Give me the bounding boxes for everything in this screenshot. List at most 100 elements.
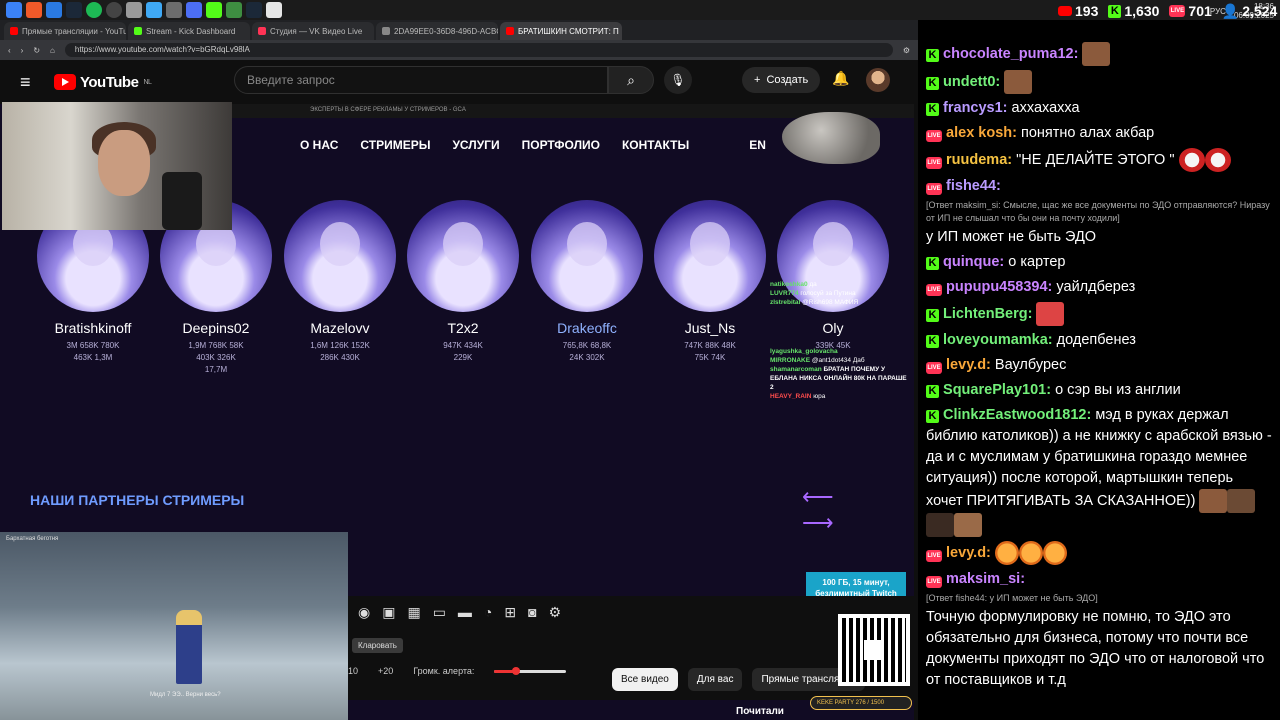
app-icon[interactable] bbox=[146, 2, 162, 18]
spotify-icon[interactable] bbox=[86, 2, 102, 18]
back-icon[interactable]: ‹ bbox=[8, 46, 11, 55]
emote-icon bbox=[1036, 302, 1065, 326]
broadcast-icon[interactable]: ◉ bbox=[358, 604, 370, 621]
add-icon[interactable]: ⊞ bbox=[504, 604, 516, 621]
chat-username[interactable]: maksim_si: bbox=[946, 571, 1025, 587]
chat-username[interactable]: alex kosh: bbox=[946, 125, 1017, 141]
app-icon[interactable] bbox=[206, 2, 222, 18]
browser-tab[interactable]: Студия — VK Видео Live bbox=[252, 22, 374, 40]
chat-text: аххахахха bbox=[1011, 100, 1080, 116]
brave-icon[interactable] bbox=[26, 2, 42, 18]
chat-username[interactable]: loveyoumamka: bbox=[943, 332, 1053, 348]
chat-username[interactable]: quinque: bbox=[943, 254, 1004, 270]
steam-icon[interactable] bbox=[66, 2, 82, 18]
chat-username[interactable]: pupupu458394: bbox=[946, 279, 1052, 295]
chat-username[interactable]: LichtenBerg: bbox=[943, 306, 1032, 322]
streamer-card: Just_Ns 747K 88K 48K 75K 74K bbox=[650, 200, 770, 364]
stats-line: 463K 1,3M bbox=[73, 353, 113, 362]
app-icon[interactable] bbox=[126, 2, 142, 18]
app-icon[interactable] bbox=[226, 2, 242, 18]
chip-all-videos[interactable]: Все видео bbox=[612, 668, 678, 691]
chat-username[interactable]: levy.d: bbox=[946, 545, 991, 561]
search-input[interactable]: Введите запрос bbox=[234, 66, 608, 94]
streamer-photo bbox=[531, 200, 643, 312]
app-icon[interactable] bbox=[186, 2, 202, 18]
url-field[interactable]: https://www.youtube.com/watch?v=bGRdqLv9… bbox=[64, 43, 893, 57]
chat-username[interactable]: francys1: bbox=[943, 100, 1007, 116]
browser-tab[interactable]: 2DA99EE0-36D8-496D-ACBC-C4636 bbox=[376, 22, 498, 40]
stats-line: 403K 326K bbox=[196, 353, 236, 362]
vk-live-icon: LIVE bbox=[926, 183, 942, 195]
stats-line: 229K bbox=[453, 353, 473, 362]
picture-in-picture-icon[interactable]: ▭ bbox=[433, 604, 446, 621]
party-progress-bar: KEKE PARTY 276 / 1500 bbox=[810, 696, 912, 710]
chrome-icon[interactable] bbox=[46, 2, 62, 18]
reload-icon[interactable]: ↻ bbox=[33, 46, 40, 55]
chat-username[interactable]: chocolate_puma12: bbox=[943, 46, 1078, 62]
speed-icon[interactable]: ◔ bbox=[484, 604, 492, 621]
chat-username[interactable]: SquarePlay101: bbox=[943, 382, 1051, 398]
film-icon[interactable]: ▦ bbox=[407, 604, 420, 621]
chat-text: о картер bbox=[1008, 254, 1066, 270]
settings-gear-icon[interactable]: ⚙ bbox=[549, 604, 562, 621]
chat-username[interactable]: levy.d: bbox=[946, 357, 991, 373]
joker-emote-icon bbox=[1178, 148, 1205, 172]
tab-strip: Прямые трансляции - YouTube Stu Stream -… bbox=[0, 20, 918, 40]
chat-user: MIRRONAKE bbox=[770, 357, 811, 364]
chat-message: LIVE levy.d: bbox=[926, 541, 1272, 565]
chat-username[interactable]: fishe44: bbox=[946, 178, 1001, 194]
chat-username[interactable]: undett0: bbox=[943, 74, 1000, 90]
slider-knob[interactable] bbox=[512, 666, 520, 675]
emote-icon bbox=[1004, 70, 1033, 94]
browser-tab[interactable]: Прямые трансляции - YouTube Stu bbox=[4, 22, 126, 40]
app-icon[interactable] bbox=[166, 2, 182, 18]
chat-message: K chocolate_puma12: bbox=[926, 42, 1272, 66]
kick-icon: K bbox=[926, 257, 939, 270]
chat-message: K quinque: о картер bbox=[926, 252, 1272, 273]
windows-start-icon[interactable] bbox=[6, 2, 22, 18]
app-icon[interactable] bbox=[266, 2, 282, 18]
chat-text: "НЕ ДЕЛАЙТЕ ЭТОГО " bbox=[1016, 151, 1175, 168]
next-video-title[interactable]: Почитали bbox=[736, 706, 784, 717]
obs-icon[interactable] bbox=[106, 2, 122, 18]
overlay-chat-line: natikoshka0 да bbox=[770, 280, 910, 289]
vk-live-icon: LIVE bbox=[926, 284, 942, 296]
home-icon[interactable]: ⌂ bbox=[50, 46, 55, 55]
cast-icon[interactable]: ▣ bbox=[382, 604, 395, 621]
clear-button[interactable]: Кларовать bbox=[352, 638, 403, 653]
chat-message: LIVE ruudema: "НЕ ДЕЛАЙТЕ ЭТОГО " bbox=[926, 148, 1272, 172]
microphone-icon: 🎙 bbox=[670, 73, 686, 87]
viewer-count: 2,524 bbox=[1242, 3, 1278, 19]
youtube-logo[interactable]: YouTube NL bbox=[54, 74, 152, 91]
search-button[interactable]: ⌕ bbox=[608, 66, 654, 94]
youtube-play-icon bbox=[54, 74, 76, 90]
notifications-bell-icon[interactable]: 🔔 bbox=[832, 70, 849, 87]
kick-icon: K bbox=[926, 410, 939, 423]
streamer-name: Deepins02 bbox=[182, 320, 250, 336]
streamer-card: T2x2 947K 434K 229K bbox=[403, 200, 523, 364]
star-eyes-emoji-icon bbox=[994, 541, 1019, 565]
chat-text: уайлдберез bbox=[1056, 279, 1136, 295]
minus-value[interactable]: 10 bbox=[348, 666, 358, 676]
chat-message: K LichtenBerg: bbox=[926, 302, 1272, 326]
forward-icon[interactable]: › bbox=[21, 46, 24, 55]
voice-search-button[interactable]: 🎙 bbox=[664, 66, 692, 94]
emote-icon bbox=[954, 513, 982, 537]
browser-tab-active[interactable]: БРАТИШКИН СМОТРИТ: П bbox=[500, 22, 622, 40]
camera-icon[interactable]: ◙ bbox=[528, 604, 536, 621]
create-button[interactable]: + Создать bbox=[742, 67, 821, 93]
browser-tab[interactable]: Stream - Kick Dashboard bbox=[128, 22, 250, 40]
alert-volume-slider[interactable] bbox=[494, 666, 567, 675]
streamer-stats: 1,9M 768K 58K 403K 326K 17,7M bbox=[156, 340, 276, 376]
partners-heading: НАШИ ПАРТНЕРЫ СТРИМЕРЫ bbox=[30, 492, 245, 508]
plus-value[interactable]: +20 bbox=[378, 666, 393, 676]
chat-username[interactable]: ruudema: bbox=[946, 152, 1012, 168]
extensions-icon[interactable]: ⚙ bbox=[903, 46, 910, 55]
theater-icon[interactable]: ▬ bbox=[458, 604, 472, 621]
game-overlay: Бархатная беготня Мидл 7 ЭЭ.. Верни весь… bbox=[0, 532, 348, 720]
hamburger-menu-icon[interactable]: ≡ bbox=[20, 72, 40, 93]
steam-icon[interactable] bbox=[246, 2, 262, 18]
account-avatar[interactable] bbox=[866, 68, 890, 92]
chip-for-you[interactable]: Для вас bbox=[687, 668, 743, 691]
chat-username[interactable]: ClinkzEastwood1812: bbox=[943, 407, 1091, 423]
